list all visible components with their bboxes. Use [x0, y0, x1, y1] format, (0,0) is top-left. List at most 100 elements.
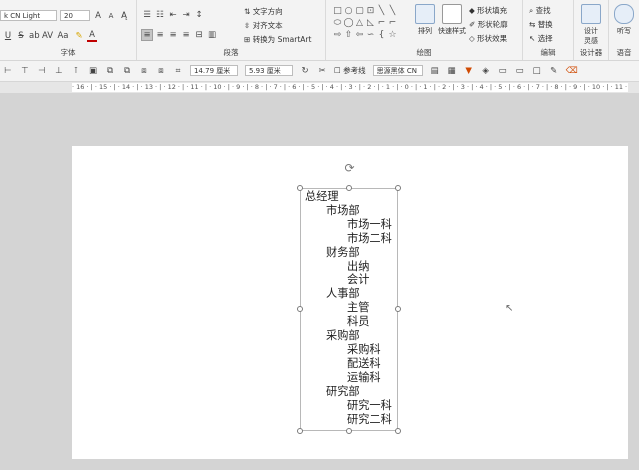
- dictate-button[interactable]: 听写: [614, 4, 634, 36]
- align-left-icon[interactable]: ≡: [141, 29, 153, 41]
- change-case-icon[interactable]: Aa: [55, 31, 71, 41]
- highlight-icon[interactable]: ✎: [74, 31, 84, 41]
- hexagon-shape-icon[interactable]: ⬭: [332, 17, 343, 29]
- convert-smartart-button[interactable]: ⊞ 转换为 SmartArt: [244, 34, 311, 45]
- font-name-box[interactable]: k CN Light: [0, 10, 57, 21]
- arrow-left-shape-icon[interactable]: ⇦: [354, 29, 365, 41]
- arrange-icon: [415, 4, 435, 24]
- line2-shape-icon[interactable]: ╲: [387, 5, 398, 17]
- bucket-icon[interactable]: ▼: [464, 66, 474, 76]
- shadow-icon[interactable]: ab: [29, 31, 40, 41]
- justify-icon[interactable]: ≡: [181, 30, 191, 40]
- curve-shape-icon[interactable]: ∽: [365, 29, 376, 41]
- resize-handle-sw[interactable]: [297, 428, 303, 434]
- resize-handle-e[interactable]: [395, 306, 401, 312]
- select-button[interactable]: ↖ 选择: [529, 33, 553, 44]
- oval-shape-icon[interactable]: ○: [343, 5, 354, 17]
- replace-icon: ⇆: [529, 20, 536, 29]
- dictate-label: 听写: [617, 27, 631, 35]
- select-icon: ↖: [529, 34, 536, 43]
- distribute-icon[interactable]: ⊥: [54, 66, 64, 76]
- char-spacing-icon[interactable]: AV: [42, 31, 53, 41]
- resize-handle-nw[interactable]: [297, 185, 303, 191]
- font-size-box[interactable]: 20: [60, 10, 90, 21]
- underline-icon[interactable]: U: [3, 31, 13, 41]
- align-top-objects-icon[interactable]: ⊣: [37, 66, 47, 76]
- connector2-shape-icon[interactable]: ⌐: [387, 17, 398, 29]
- design-ideas-button[interactable]: 设计 灵感: [580, 4, 602, 46]
- align-middle-icon[interactable]: ⊺: [71, 66, 81, 76]
- columns-icon[interactable]: ▥: [207, 30, 217, 40]
- select-label: 选择: [537, 34, 553, 43]
- rectangle-shape-icon[interactable]: □: [332, 5, 343, 17]
- guides-toggle[interactable]: ☐ 参考线: [334, 65, 366, 76]
- strikethrough-icon[interactable]: S: [16, 31, 26, 41]
- fill-color-icon[interactable]: ▤: [430, 66, 440, 76]
- format-painter-icon[interactable]: ✂: [317, 66, 327, 76]
- align-center-icon[interactable]: ≡: [155, 30, 165, 40]
- resize-handle-w[interactable]: [297, 306, 303, 312]
- align-right-icon[interactable]: ≡: [168, 30, 178, 40]
- bring-front-icon[interactable]: ⧈: [139, 66, 149, 76]
- secondary-toolbar: ⊢ ⊤ ⊣ ⊥ ⊺ ▣ ⧉ ⧉ ⧈ ⧈ ⌗ 14.79 厘米 5.93 厘米 ↻…: [0, 61, 639, 82]
- ellipse-shape-icon[interactable]: ◯: [343, 17, 354, 29]
- right-triangle-shape-icon[interactable]: ◺: [365, 17, 376, 29]
- frame-icon[interactable]: ▭: [498, 66, 508, 76]
- effects2-icon[interactable]: ◈: [481, 66, 491, 76]
- connector-shape-icon[interactable]: ⌐: [376, 17, 387, 29]
- font-size-value: 20: [64, 12, 73, 20]
- replace-button[interactable]: ⇆ 替换: [529, 19, 553, 30]
- resize-handle-se[interactable]: [395, 428, 401, 434]
- height-field[interactable]: 5.93 厘米: [245, 65, 293, 76]
- arrange-button[interactable]: 排列: [414, 4, 436, 36]
- line-shape-icon[interactable]: ╲: [376, 5, 387, 17]
- send-backward-icon[interactable]: ⧉: [122, 66, 132, 76]
- shape-outline-button[interactable]: ✐ 形状轮廓: [469, 19, 508, 30]
- shapes-gallery[interactable]: □ ○ ▢ ⊡ ╲ ╲ ⬭ ◯ △ ◺ ⌐ ⌐ ⇨ ⇧ ⇦ ∽ { ☆: [332, 5, 402, 41]
- distributed-icon[interactable]: ⊟: [194, 30, 204, 40]
- org-outline-text[interactable]: 总经理 市场部 市场一科 市场二科 财务部 出纳 会计 人事部 主管 科员 采购部 采购科 配送科 运输科…: [305, 190, 392, 426]
- triangle-shape-icon[interactable]: △: [354, 17, 365, 29]
- arrow-up-shape-icon[interactable]: ⇧: [343, 29, 354, 41]
- resize-handle-s[interactable]: [346, 428, 352, 434]
- align-objects-icon[interactable]: ⊢: [3, 66, 13, 76]
- crop-icon[interactable]: ⌗: [173, 66, 183, 76]
- rotate-handle-icon[interactable]: ⟳: [343, 162, 356, 175]
- numbering-icon[interactable]: ☷: [155, 10, 165, 20]
- shape-style-icon[interactable]: ▦: [447, 66, 457, 76]
- find-button[interactable]: ⌕ 查找: [529, 5, 553, 16]
- rounded-rect-shape-icon[interactable]: ▢: [354, 5, 365, 17]
- shrink-font-icon[interactable]: A: [106, 11, 116, 21]
- align-text-button[interactable]: ⇳ 对齐文本: [244, 20, 311, 31]
- resize-handle-ne[interactable]: [395, 185, 401, 191]
- shape-effects-button[interactable]: ◇ 形状效果: [469, 33, 508, 44]
- textbox-shape-icon[interactable]: ⊡: [365, 5, 376, 17]
- rotate-icon[interactable]: ↻: [300, 66, 310, 76]
- line-spacing-icon[interactable]: ↕: [194, 10, 204, 20]
- send-back-icon[interactable]: ⧈: [156, 66, 166, 76]
- convert-smartart-label: 转换为 SmartArt: [252, 35, 312, 44]
- align-center-objects-icon[interactable]: ⊤: [20, 66, 30, 76]
- shape-fill-button[interactable]: ◆ 形状填充: [469, 5, 508, 16]
- outline-line: 科员: [347, 315, 370, 329]
- star-shape-icon[interactable]: ☆: [387, 29, 398, 41]
- clear-format-icon[interactable]: Ą: [119, 11, 129, 21]
- eraser-icon[interactable]: ⌫: [566, 66, 578, 76]
- group-icon[interactable]: ▣: [88, 66, 98, 76]
- font2-box[interactable]: 思源黑体 CN: [372, 65, 423, 76]
- bring-forward-icon[interactable]: ⧉: [105, 66, 115, 76]
- font-color-icon[interactable]: A: [87, 30, 97, 42]
- pen-icon[interactable]: ✎: [549, 66, 559, 76]
- layout-icon[interactable]: ▭: [515, 66, 525, 76]
- text-direction-button[interactable]: ⇅ 文字方向: [244, 6, 311, 17]
- grow-font-icon[interactable]: A: [93, 11, 103, 21]
- width-field[interactable]: 14.79 厘米: [190, 65, 238, 76]
- shape-outline-label: 形状轮廓: [477, 20, 508, 29]
- increase-indent-icon[interactable]: ⇥: [181, 10, 191, 20]
- arrow-right-shape-icon[interactable]: ⇨: [332, 29, 343, 41]
- bullets-icon[interactable]: ☰: [142, 10, 152, 20]
- square-icon[interactable]: □: [532, 66, 542, 76]
- decrease-indent-icon[interactable]: ⇤: [168, 10, 178, 20]
- brace-shape-icon[interactable]: {: [376, 29, 387, 41]
- quick-styles-button[interactable]: 快速样式: [437, 4, 467, 36]
